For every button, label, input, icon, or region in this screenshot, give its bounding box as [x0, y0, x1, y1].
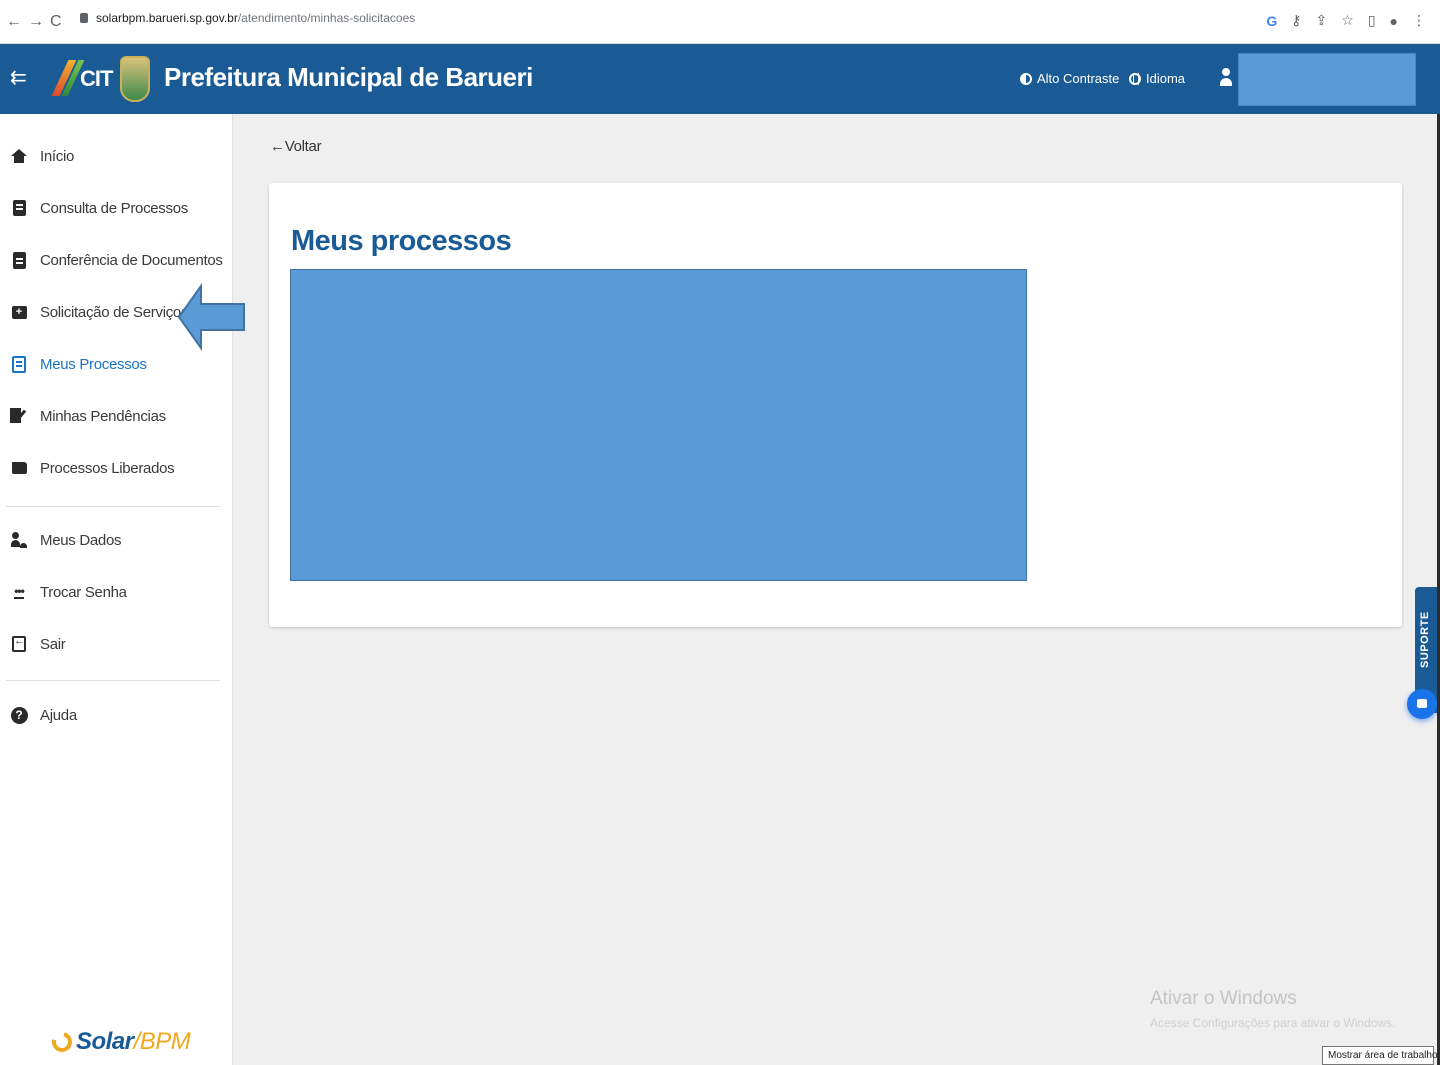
- support-label: SUPORTE: [1419, 611, 1431, 669]
- sidebar-divider: [6, 680, 220, 681]
- back-link[interactable]: ←Voltar: [270, 138, 322, 155]
- star-icon[interactable]: ☆: [1341, 12, 1354, 29]
- redacted-process-list: [290, 269, 1027, 581]
- barueri-crest-logo: [120, 56, 150, 102]
- sidebar-item-label: Ajuda: [40, 706, 77, 724]
- url-path: /atendimento/minhas-solicitacoes: [237, 11, 416, 25]
- windows-watermark-subtitle: Acesse Configurações para ativar o Windo…: [1150, 1016, 1396, 1030]
- home-icon: [10, 147, 28, 165]
- sidebar-divider: [6, 506, 220, 507]
- sidebar-item-sair[interactable]: Sair: [0, 626, 233, 662]
- user-gear-icon: [10, 531, 28, 549]
- high-contrast-toggle[interactable]: Alto Contraste: [1020, 71, 1119, 86]
- card-title: Meus processos: [291, 225, 512, 257]
- cit-logo-text: CIT: [80, 66, 113, 91]
- sidebar-item-label: Minhas Pendências: [40, 407, 166, 425]
- sidebar-item-conferencia-documentos[interactable]: Conferência de Documentos: [0, 242, 233, 278]
- search-process-icon: [10, 199, 28, 217]
- reload-icon[interactable]: C: [50, 12, 62, 32]
- language-selector[interactable]: Idioma: [1129, 71, 1185, 86]
- sidebar-item-label: Conferência de Documentos: [40, 251, 223, 269]
- address-bar[interactable]: solarbpm.barueri.sp.gov.br/atendimento/m…: [80, 11, 415, 25]
- key-icon[interactable]: ⚷: [1291, 12, 1301, 29]
- clipboard-icon: [10, 251, 28, 269]
- kebab-menu-icon[interactable]: ⋮: [1412, 12, 1426, 29]
- sidebar-item-label: Meus Dados: [40, 531, 122, 549]
- app-header: ⇇ CIT Prefeitura Municipal de Barueri Al…: [0, 44, 1440, 114]
- contrast-icon: [1020, 72, 1032, 85]
- folder-icon: [10, 459, 28, 477]
- sidebar-item-ajuda[interactable]: ? Ajuda: [0, 697, 233, 733]
- language-label: Idioma: [1146, 71, 1186, 86]
- arrow-left-icon[interactable]: ←: [6, 12, 22, 32]
- callout-arrow-icon: [177, 283, 245, 351]
- solar-bpm-logo: Solar/BPM: [48, 1028, 191, 1056]
- lock-icon: [80, 13, 88, 23]
- sidebar-item-label: Meus Processos: [40, 355, 147, 373]
- share-icon[interactable]: ⇪: [1316, 12, 1328, 29]
- back-label: Voltar: [284, 138, 322, 155]
- brand-main: Solar: [76, 1028, 134, 1055]
- sidebar-item-trocar-senha[interactable]: ••• Trocar Senha: [0, 574, 233, 610]
- profile-icon[interactable]: ●: [1390, 13, 1398, 29]
- collapse-menu-icon[interactable]: ⇇: [10, 68, 27, 88]
- sidebar-item-meus-dados[interactable]: Meus Dados: [0, 522, 233, 558]
- sidebar-item-minhas-pendencias[interactable]: Minhas Pendências: [0, 398, 233, 434]
- sidebar-item-inicio[interactable]: Início: [0, 138, 233, 174]
- windows-watermark-title: Ativar o Windows: [1150, 988, 1297, 1009]
- sidebar-item-label: Processos Liberados: [40, 459, 175, 477]
- google-icon[interactable]: G: [1266, 13, 1277, 29]
- sidebar-item-label: Consulta de Processos: [40, 199, 188, 217]
- processes-card: Meus processos: [269, 183, 1402, 627]
- cit-logo: CIT: [51, 56, 116, 102]
- help-icon: ?: [10, 706, 28, 724]
- brand-sub: /BPM: [133, 1028, 191, 1055]
- show-desktop-tooltip: Mostrar área de trabalho: [1322, 1046, 1438, 1065]
- arrow-right-icon[interactable]: →: [28, 12, 44, 32]
- user-icon[interactable]: [1219, 68, 1233, 88]
- password-icon: •••: [14, 583, 25, 599]
- exit-icon: [10, 635, 28, 653]
- sun-icon: [48, 1028, 76, 1056]
- user-name-redacted[interactable]: [1238, 53, 1416, 106]
- sidebar: Início Consulta de Processos Conferência…: [0, 114, 233, 1065]
- sidepanel-icon[interactable]: ▯: [1368, 12, 1376, 29]
- sidebar-item-label: Trocar Senha: [40, 583, 127, 601]
- high-contrast-label: Alto Contraste: [1037, 71, 1120, 86]
- sidebar-item-meus-processos[interactable]: Meus Processos: [0, 346, 233, 382]
- signature-icon: [10, 407, 28, 425]
- sidebar-item-processos-liberados[interactable]: Processos Liberados: [0, 450, 233, 486]
- sidebar-item-label: Início: [40, 147, 75, 165]
- sidebar-item-label: Sair: [40, 635, 66, 653]
- document-icon: [10, 355, 28, 373]
- folder-plus-icon: +: [10, 303, 28, 321]
- page-title: Prefeitura Municipal de Barueri: [164, 62, 533, 92]
- browser-actions: G ⚷ ⇪ ☆ ▯ ● ⋮: [1266, 12, 1426, 29]
- sidebar-item-label: Solicitação de Serviços: [40, 303, 189, 321]
- sidebar-item-consulta-processos[interactable]: Consulta de Processos: [0, 190, 233, 226]
- arrow-left-icon: ←: [270, 138, 285, 155]
- globe-icon: [1129, 72, 1141, 85]
- browser-toolbar: ← → C solarbpm.barueri.sp.gov.br/atendim…: [0, 0, 1440, 44]
- chat-icon[interactable]: [1407, 689, 1437, 719]
- url-host: solarbpm.barueri.sp.gov.br: [96, 11, 238, 25]
